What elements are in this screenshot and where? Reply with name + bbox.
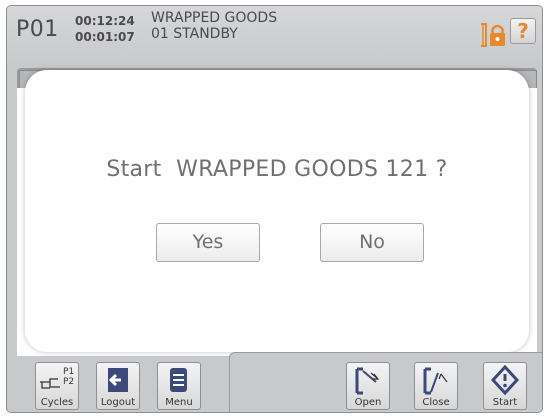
help-button[interactable]: ? [510, 18, 536, 44]
door-open-icon [355, 367, 380, 395]
confirm-dialog: Start WRAPPED GOODS 121 ? Yes No [25, 70, 529, 352]
logout-label: Logout [100, 397, 136, 408]
elapsed-time: 00:12:24 [75, 14, 135, 28]
menu-icon [170, 368, 187, 392]
cycles-p2: P2 [63, 377, 75, 387]
remaining-time: 00:01:07 [75, 30, 135, 44]
start-icon [490, 365, 520, 396]
menu-button[interactable]: Menu [157, 362, 201, 410]
status-header: P01 00:12:24 00:01:07 WRAPPED GOODS 01 S… [7, 6, 542, 62]
close-label: Close [422, 397, 450, 408]
cycles-button[interactable]: P1 P2 Cycles [35, 362, 79, 410]
machine-status: 01 STANDBY [151, 26, 238, 42]
logout-icon [108, 368, 128, 392]
yes-button[interactable]: Yes [156, 223, 260, 262]
cycles-p1: P1 [63, 367, 75, 377]
start-label: Start [492, 397, 518, 408]
cycles-label: Cycles [40, 397, 74, 408]
open-door-button[interactable]: Open [346, 362, 390, 410]
logout-button[interactable]: Logout [96, 362, 140, 410]
door-lock-icon [479, 21, 509, 49]
close-door-button[interactable]: Close [414, 362, 458, 410]
start-button[interactable]: Start [483, 362, 527, 410]
open-label: Open [354, 397, 382, 408]
app-frame: P01 00:12:24 00:01:07 WRAPPED GOODS 01 S… [6, 5, 543, 413]
door-close-icon [423, 367, 448, 395]
menu-label: Menu [165, 397, 193, 408]
dialog-message: Start WRAPPED GOODS 121 ? [106, 157, 448, 182]
no-button[interactable]: No [320, 223, 424, 262]
program-id: P01 [16, 17, 59, 42]
program-name: WRAPPED GOODS [151, 10, 278, 26]
